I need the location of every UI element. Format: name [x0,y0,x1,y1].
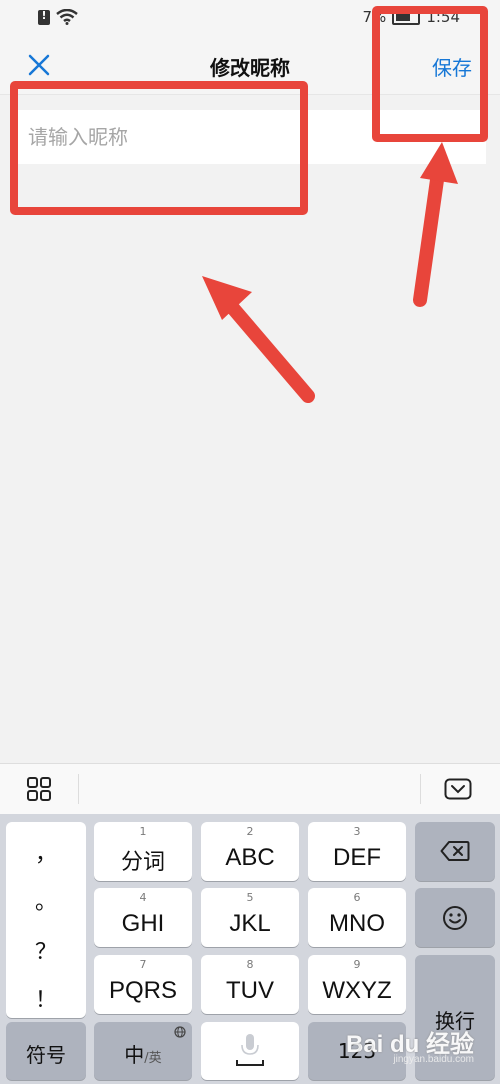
backspace-key[interactable] [415,822,495,881]
language-sub: /英 [144,1051,162,1066]
key-label: ABC [225,844,275,871]
punctuation-column: ， 。 ？ ！ [6,822,86,1018]
key-label: DEF [333,844,381,871]
backspace-icon [440,841,470,861]
baidu-watermark: Bai du 经验 jingyan.baidu.com [346,1024,474,1065]
key-number: 6 [353,891,361,904]
punct-key-question[interactable]: ？ [6,934,86,966]
save-button[interactable]: 保存 [432,52,472,81]
key-label: GHI [121,910,165,937]
nickname-input-row [14,110,486,164]
key-number: 1 [139,825,147,838]
key-label: TUV [226,977,274,1004]
keyboard-toolbar [0,763,500,815]
language-switch-key[interactable]: 中/英 [94,1022,192,1080]
clock: 1:54 [426,8,460,26]
key-2-abc[interactable]: 2 ABC [201,822,299,881]
sim-alert-icon [38,9,50,25]
emoji-key[interactable] [415,888,495,947]
key-label: PQRS [108,977,177,1004]
key-number: 5 [246,891,254,904]
key-8-tuv[interactable]: 8 TUV [201,955,299,1014]
wifi-icon [56,9,78,25]
hide-keyboard-icon[interactable] [444,778,472,800]
key-4-ghi[interactable]: 4 GHI [94,888,192,947]
key-label: WXYZ [322,977,392,1004]
toolbar-divider [78,774,79,804]
status-left [38,9,78,25]
toolbar-divider [420,774,421,804]
watermark-url: jingyan.baidu.com [393,1054,474,1065]
key-number: 3 [353,825,361,838]
space-key[interactable] [201,1022,299,1080]
key-label: JKL [229,910,271,937]
key-5-jkl[interactable]: 5 JKL [201,888,299,947]
key-number: 2 [246,825,254,838]
language-main: 中 [124,1043,145,1067]
globe-icon [174,1026,186,1038]
key-3-def[interactable]: 3 DEF [308,822,406,881]
microphone-icon [236,1034,264,1066]
symbols-key-label: 符号 [26,1043,66,1067]
symbols-key[interactable]: 符号 [6,1022,86,1080]
nickname-input[interactable] [14,110,486,164]
status-right: 7% 1:54 [363,8,460,26]
key-label: MNO [329,910,385,937]
key-9-wxyz[interactable]: 9 WXYZ [308,955,406,1014]
key-6-mno[interactable]: 6 MNO [308,888,406,947]
punct-key-period[interactable]: 。 [6,884,86,916]
status-bar: 7% 1:54 [0,0,500,38]
grid-menu-icon[interactable] [26,776,52,802]
key-number: 7 [139,958,147,971]
key-number: 4 [139,891,147,904]
battery-percent: 7% [362,8,387,26]
key-number: 9 [353,958,361,971]
key-number: 8 [246,958,254,971]
key-7-pqrs[interactable]: 7 PQRS [94,955,192,1014]
battery-icon [392,9,421,25]
arrow-to-input [225,300,315,403]
title-bar: 修改昵称 保存 [0,38,500,95]
punct-key-comma[interactable]: ， [6,836,86,868]
arrow-to-save [413,173,444,307]
key-1-segment[interactable]: 1 分词 [94,822,192,881]
language-switch-label: 中/英 [94,1039,192,1068]
key-label: 分词 [120,850,165,875]
punct-key-exclaim[interactable]: ！ [6,982,86,1014]
emoji-icon [443,906,467,930]
arrow-head-input [202,276,252,320]
page-title: 修改昵称 [210,56,290,80]
